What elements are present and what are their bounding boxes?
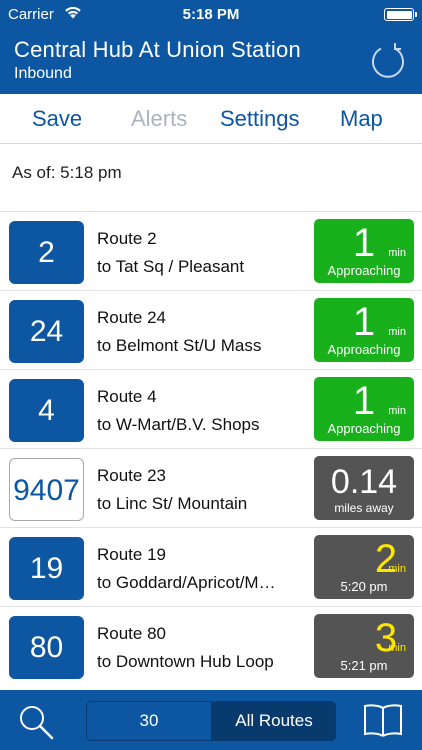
arrival-row[interactable]: 19 Route 19 to Goddard/Apricot/M… 2 min … [0, 527, 422, 606]
arrival-row[interactable]: 4 Route 4 to W-Mart/B.V. Shops 1 min App… [0, 369, 422, 448]
eta-box: 2 min 5:20 pm [314, 535, 414, 599]
eta-status: Approaching [327, 263, 401, 278]
eta-unit: min [388, 326, 406, 338]
all-routes-segment[interactable]: All Routes [211, 702, 335, 740]
route-name: Route 19 [97, 545, 166, 564]
eta-box: 1 min Approaching [314, 219, 414, 283]
route-filter-segment: 30 All Routes [86, 701, 336, 741]
eta-box: 3 min 5:21 pm [314, 614, 414, 678]
eta-value: 0.14 [330, 463, 398, 501]
status-bar: Carrier 5:18 PM [0, 0, 422, 32]
stop-direction: Inbound [14, 65, 72, 82]
eta-status: Approaching [327, 421, 401, 436]
eta-status: Approaching [327, 342, 401, 357]
route-badge: 24 [9, 300, 84, 363]
eta-box: 1 min Approaching [314, 298, 414, 362]
status-time: 5:18 PM [182, 6, 240, 23]
eta-scheduled-time: 5:21 pm [340, 658, 388, 673]
route-name: Route 23 [97, 466, 166, 485]
route-name: Route 24 [97, 308, 166, 327]
save-button[interactable]: Save [32, 106, 82, 132]
eta-scheduled-time: 5:20 pm [340, 579, 388, 594]
eta-unit: min [388, 247, 406, 259]
as-of-timestamp: As of: 5:18 pm [12, 163, 122, 182]
route-destination: to Downtown Hub Loop [97, 652, 274, 671]
bottom-bar: 30 All Routes [0, 690, 422, 750]
route-badge: 2 [9, 221, 84, 284]
route-destination: to W-Mart/B.V. Shops [97, 415, 260, 434]
arrival-row[interactable]: 24 Route 24 to Belmont St/U Mass 1 min A… [0, 290, 422, 369]
route-badge: 80 [9, 616, 84, 679]
route-destination: to Linc St/ Mountain [97, 494, 248, 513]
alerts-button[interactable]: Alerts [131, 106, 187, 132]
arrival-row[interactable]: 80 Route 80 to Downtown Hub Loop 3 min 5… [0, 606, 422, 685]
eta-box: 0.14 miles away [314, 456, 414, 520]
route-badge: 4 [9, 379, 84, 442]
eta-unit: min [388, 405, 406, 417]
eta-unit: min [388, 642, 406, 654]
refresh-icon[interactable] [368, 40, 408, 80]
book-icon[interactable] [362, 702, 404, 740]
route-badge: 19 [9, 537, 84, 600]
arrival-row[interactable]: 2 Route 2 to Tat Sq / Pleasant 1 min App… [0, 211, 422, 290]
battery-icon [384, 8, 417, 21]
route-destination: to Goddard/Apricot/M… [97, 573, 276, 592]
stop-title: Central Hub At Union Station [14, 37, 301, 62]
route-name: Route 80 [97, 624, 166, 643]
app-header: Carrier 5:18 PM Central Hub At Union Sta… [0, 0, 422, 94]
route-name: Route 4 [97, 387, 157, 406]
route-destination: to Tat Sq / Pleasant [97, 257, 245, 276]
route-name: Route 2 [97, 229, 157, 248]
eta-unit: min [388, 563, 406, 575]
map-button[interactable]: Map [340, 106, 383, 132]
eta-box: 1 min Approaching [314, 377, 414, 441]
settings-button[interactable]: Settings [220, 106, 300, 132]
search-icon[interactable] [16, 702, 56, 742]
action-toolbar: Save Alerts Settings Map [0, 94, 422, 144]
stop-count-segment[interactable]: 30 [87, 702, 211, 740]
arrival-row[interactable]: 9407 Route 23 to Linc St/ Mountain 0.14 … [0, 448, 422, 527]
vehicle-badge: 9407 [9, 458, 84, 521]
eta-status: miles away [334, 501, 394, 515]
route-destination: to Belmont St/U Mass [97, 336, 262, 355]
